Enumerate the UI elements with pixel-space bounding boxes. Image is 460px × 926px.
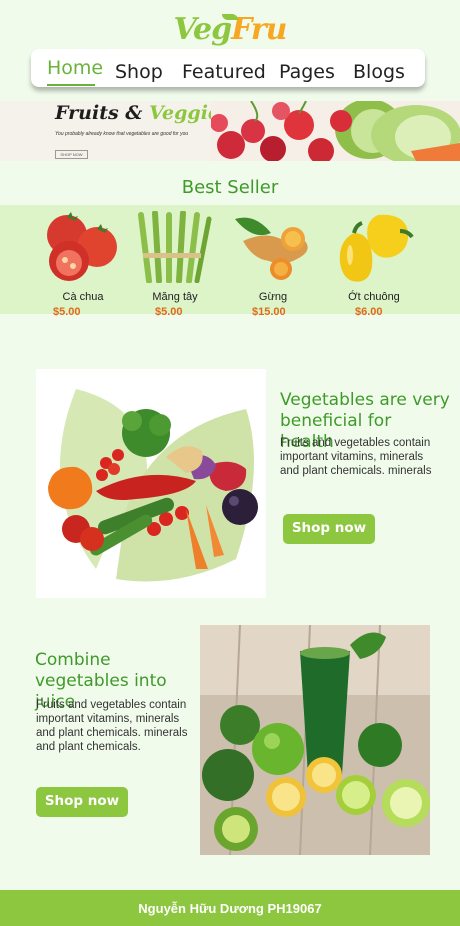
product-price: $5.00 bbox=[53, 306, 81, 318]
banner-shop-button[interactable]: SHOP NOW bbox=[55, 150, 88, 159]
banner-title: Fruits & Veggies bbox=[55, 102, 231, 124]
banner-title-fruits: Fruits & bbox=[55, 102, 150, 124]
feature1-shop-now-button[interactable]: Shop now bbox=[283, 514, 375, 544]
leaf-icon bbox=[222, 14, 238, 20]
product-name: Măng tây bbox=[152, 291, 198, 303]
asparagus-icon bbox=[138, 211, 212, 283]
product-name: Cà chua bbox=[62, 291, 104, 303]
logo[interactable]: VegFru bbox=[0, 12, 460, 47]
main-nav: Home Shop Featured Pages Blogs bbox=[31, 49, 425, 87]
bell-pepper-icon bbox=[339, 214, 414, 282]
ginger-icon bbox=[235, 217, 308, 280]
feature1-text: Fruits and vegetables contain important … bbox=[280, 437, 432, 477]
product-card[interactable]: Gừng $15.00 bbox=[233, 211, 313, 318]
banner-subtitle: You probably already know that vegetable… bbox=[55, 131, 189, 137]
tomato-icon bbox=[47, 212, 117, 281]
nav-item-shop[interactable]: Shop bbox=[115, 61, 163, 83]
bestseller-title: Best Seller bbox=[181, 177, 279, 198]
footer: Nguyễn Hữu Dương PH19067 bbox=[0, 890, 460, 926]
product-price: $5.00 bbox=[155, 306, 183, 318]
vegetables-image bbox=[211, 101, 460, 161]
product-price: $15.00 bbox=[252, 306, 286, 318]
product-card[interactable]: Cà chua $5.00 bbox=[43, 211, 123, 318]
nav-item-home[interactable]: Home bbox=[47, 57, 103, 79]
nav-item-pages[interactable]: Pages bbox=[279, 61, 335, 83]
hero-banner: Fruits & Veggies You probably already kn… bbox=[0, 101, 460, 161]
feature2-shop-now-button[interactable]: Shop now bbox=[36, 787, 128, 817]
bestseller-list: Cà chua $5.00 Măng tây $5.00 Gừng $15.00… bbox=[0, 205, 460, 318]
nav-item-featured[interactable]: Featured bbox=[182, 61, 266, 83]
product-price: $6.00 bbox=[355, 306, 383, 318]
product-name: Gừng bbox=[258, 291, 288, 303]
vegetables-feature-image bbox=[36, 369, 266, 598]
product-card[interactable]: Ớt chuông $6.00 bbox=[334, 211, 414, 318]
green-juice-image bbox=[200, 625, 430, 855]
logo-part-fru: Fru bbox=[231, 12, 287, 47]
product-name: Ớt chuông bbox=[348, 291, 400, 303]
feature2-text: Fruits and vegetables contain important … bbox=[36, 699, 188, 753]
product-card[interactable]: Măng tây $5.00 bbox=[135, 211, 215, 318]
nav-item-blogs[interactable]: Blogs bbox=[353, 61, 405, 83]
active-nav-underline bbox=[47, 84, 95, 86]
